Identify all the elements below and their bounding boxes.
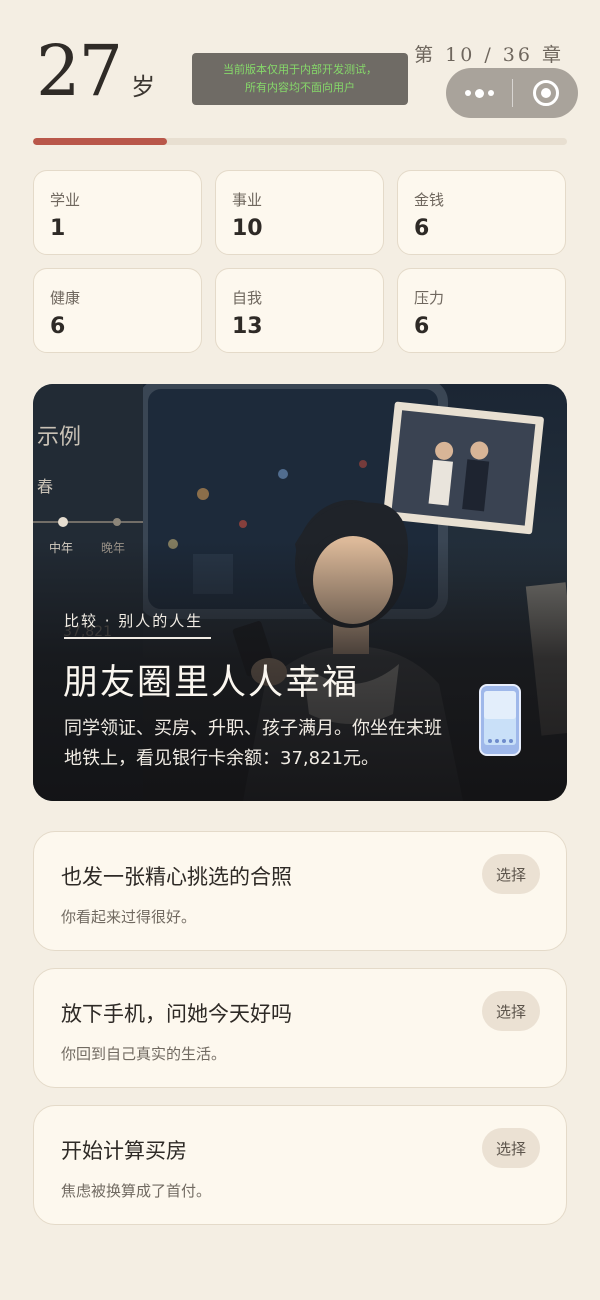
stat-label: 学业 (50, 191, 81, 209)
smartphone-icon (479, 684, 521, 756)
stat-label: 压力 (414, 289, 445, 307)
bg-example-label: 示例 (37, 425, 81, 450)
close-miniprogram-icon[interactable] (513, 68, 578, 118)
story-title: 朋友圈里人人幸福 (63, 663, 360, 703)
age-display: 27 岁 (36, 36, 155, 106)
dev-test-notice: 当前版本仅用于内部开发测试， 所有内容均不面向用户 (192, 53, 408, 105)
choice-subtitle: 你回到自己真实的生活。 (61, 1045, 227, 1063)
stat-label: 金钱 (414, 191, 445, 209)
choice-card-buy-house[interactable]: 开始计算买房 焦虑被换算成了首付。 选择 (33, 1105, 567, 1225)
stat-card-money: 金钱 6 (397, 170, 566, 255)
story-tag-underline (64, 637, 211, 639)
chapter-progress-fill (33, 138, 167, 145)
stat-value: 6 (50, 314, 66, 339)
select-button[interactable]: 选择 (482, 1128, 540, 1168)
age-unit: 岁 (131, 73, 156, 101)
dev-notice-line: 所有内容均不面向用户 (245, 81, 355, 94)
stat-card-stress: 压力 6 (397, 268, 566, 353)
mini-program-capsule (446, 68, 578, 118)
stat-card-health: 健康 6 (33, 268, 202, 353)
dev-notice-line: 当前版本仅用于内部开发测试， (223, 63, 377, 76)
stat-card-career: 事业 10 (215, 170, 384, 255)
stat-label: 健康 (50, 289, 81, 307)
stat-label: 事业 (232, 191, 263, 209)
bg-spring-label: 春 (37, 477, 53, 496)
choice-title: 放下手机，问她今天好吗 (61, 1002, 292, 1026)
choice-title: 也发一张精心挑选的合照 (61, 865, 292, 889)
story-category-tag: 比较 · 别人的人生 (64, 612, 204, 630)
age-number: 27 (36, 30, 123, 112)
story-description: 同学领证、买房、升职、孩子满月。你坐在末班地铁上，看见银行卡余额：37,821元… (64, 718, 442, 769)
chapter-indicator: 第 10 / 36 章 (414, 44, 564, 66)
choice-card-ask-her[interactable]: 放下手机，问她今天好吗 你回到自己真实的生活。 选择 (33, 968, 567, 1088)
story-card: 示例 春 中年 晚年 37,821 比较 · (33, 384, 567, 801)
stat-card-study: 学业 1 (33, 170, 202, 255)
select-button[interactable]: 选择 (482, 991, 540, 1031)
stats-grid: 学业 1 事业 10 金钱 6 健康 6 自我 13 压力 6 (33, 170, 567, 353)
chapter-progress-bar (33, 138, 567, 145)
more-icon[interactable] (446, 68, 512, 118)
choice-card-post-photo[interactable]: 也发一张精心挑选的合照 你看起来过得很好。 选择 (33, 831, 567, 951)
stat-value: 1 (50, 216, 66, 241)
choice-title: 开始计算买房 (61, 1139, 187, 1163)
stat-value: 6 (414, 216, 430, 241)
choice-subtitle: 焦虑被换算成了首付。 (61, 1182, 212, 1200)
stat-value: 10 (232, 216, 263, 241)
stat-value: 6 (414, 314, 430, 339)
stat-label: 自我 (232, 289, 263, 307)
choice-subtitle: 你看起来过得很好。 (61, 908, 197, 926)
select-button[interactable]: 选择 (482, 854, 540, 894)
stat-card-self: 自我 13 (215, 268, 384, 353)
stat-value: 13 (232, 314, 263, 339)
